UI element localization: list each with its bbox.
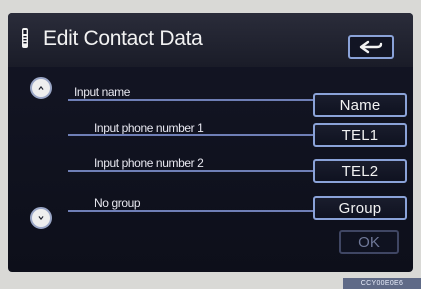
row-label-input-phone-1: Input phone number 1	[94, 121, 204, 135]
back-arrow-icon	[359, 40, 383, 54]
phone-icon	[22, 28, 28, 48]
scroll-up-button[interactable]	[30, 77, 52, 99]
tel2-button[interactable]: TEL2	[313, 159, 407, 183]
up-arrow-icon	[38, 86, 44, 90]
back-button[interactable]	[348, 35, 394, 59]
page-title: Edit Contact Data	[43, 27, 203, 50]
name-button[interactable]: Name	[313, 93, 407, 117]
tel1-button[interactable]: TEL1	[313, 123, 407, 147]
row-label-input-name: Input name	[74, 85, 131, 99]
watermark: CCY00E0E6	[343, 278, 421, 289]
row-line	[68, 210, 338, 212]
row-label-input-phone-2: Input phone number 2	[94, 156, 204, 170]
down-arrow-icon	[38, 216, 44, 220]
title-bar: Edit Contact Data	[8, 13, 413, 67]
row-line	[68, 99, 338, 101]
row-line	[68, 170, 338, 172]
ok-button[interactable]: OK	[339, 230, 399, 254]
row-line	[68, 134, 338, 136]
row-label-no-group: No group	[94, 196, 141, 210]
device-frame: Edit Contact Data Input name Name Input …	[0, 0, 421, 289]
scroll-down-button[interactable]	[30, 207, 52, 229]
screen: Edit Contact Data Input name Name Input …	[8, 13, 413, 272]
group-button[interactable]: Group	[313, 196, 407, 220]
